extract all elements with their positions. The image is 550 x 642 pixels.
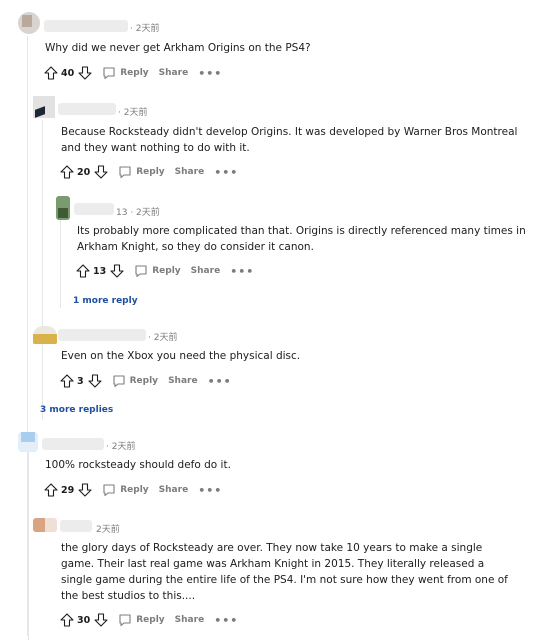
comment-text: 100% rocksteady should defo do it.	[45, 459, 231, 471]
username[interactable]	[58, 329, 146, 341]
share-label: Share	[158, 68, 189, 78]
timestamp: · 2天前	[118, 108, 148, 118]
vote-count: 30	[77, 614, 91, 626]
vote-count: 29	[61, 484, 75, 496]
comment-actions: 40 Reply Share •••	[44, 64, 222, 82]
avatar[interactable]	[33, 96, 55, 118]
timestamp: · 2天前	[130, 24, 160, 34]
upvote-icon[interactable]	[60, 613, 74, 627]
vote-count: 13	[93, 265, 107, 277]
vote-count: 20	[77, 166, 91, 178]
timestamp: · 2天前	[148, 333, 178, 343]
comment-actions: 29 Reply Share •••	[44, 481, 222, 499]
comment-actions: 30 Reply Share •••	[60, 611, 238, 629]
upvote-icon[interactable]	[60, 374, 74, 388]
avatar[interactable]	[18, 432, 38, 452]
share-label: Share	[190, 266, 221, 276]
share-button[interactable]: Share	[175, 167, 205, 177]
reply-button[interactable]: Reply	[118, 165, 165, 179]
comment-text: Why did we never get Arkham Origins on t…	[45, 42, 311, 54]
reply-button[interactable]: Reply	[118, 613, 165, 627]
downvote-icon[interactable]	[110, 264, 124, 278]
comment-icon	[102, 66, 120, 80]
avatar[interactable]	[33, 326, 57, 344]
downvote-icon[interactable]	[94, 613, 108, 627]
timestamp: · 2天前	[106, 442, 136, 452]
thread-line	[60, 218, 61, 308]
share-button[interactable]: Share	[159, 485, 189, 495]
share-label: Share	[168, 376, 198, 386]
reply-label: Reply	[120, 68, 149, 78]
more-options-icon[interactable]: •••	[230, 265, 254, 278]
comment-actions: 20 Reply Share •••	[60, 163, 238, 181]
comment-icon	[134, 264, 152, 278]
more-options-icon[interactable]: •••	[198, 484, 222, 497]
share-label: Share	[174, 167, 205, 177]
share-label: Share	[174, 615, 205, 625]
upvote-icon[interactable]	[60, 165, 74, 179]
thread-line	[28, 440, 29, 640]
reply-button[interactable]: Reply	[134, 264, 181, 278]
reply-label: Reply	[120, 485, 149, 495]
more-replies-link[interactable]: 1 more reply	[73, 296, 138, 306]
reply-button[interactable]: Reply	[102, 483, 149, 497]
share-button[interactable]: Share	[191, 266, 221, 276]
comment-text: Even on the Xbox you need the physical d…	[61, 350, 301, 362]
reply-button[interactable]: Reply	[112, 374, 158, 388]
comment-actions: 3 Reply Share •••	[60, 372, 232, 390]
share-button[interactable]: Share	[175, 615, 205, 625]
downvote-icon[interactable]	[78, 483, 92, 497]
avatar[interactable]	[56, 196, 70, 220]
more-replies-link[interactable]: 3 more replies	[40, 405, 113, 415]
comment-icon	[112, 374, 130, 388]
username[interactable]	[42, 438, 104, 450]
upvote-icon[interactable]	[76, 264, 90, 278]
share-label: Share	[158, 485, 189, 495]
comment-icon	[118, 165, 136, 179]
reply-button[interactable]: Reply	[102, 66, 149, 80]
comment-text: the glory days of Rocksteady are over. T…	[61, 542, 508, 602]
reply-label: Reply	[129, 376, 159, 386]
username[interactable]	[58, 103, 116, 115]
comment-text: Because Rocksteady didn't develop Origin…	[61, 126, 518, 154]
share-button[interactable]: Share	[168, 376, 198, 386]
more-options-icon[interactable]: •••	[214, 166, 238, 179]
reply-label: Reply	[136, 615, 165, 625]
comment-icon	[102, 483, 120, 497]
reply-label: Reply	[136, 167, 165, 177]
upvote-icon[interactable]	[44, 66, 58, 80]
avatar[interactable]	[18, 12, 40, 34]
upvote-icon[interactable]	[44, 483, 58, 497]
reply-label: Reply	[152, 266, 181, 276]
timestamp: 13 · 2天前	[116, 208, 160, 218]
username[interactable]	[44, 20, 128, 32]
downvote-icon[interactable]	[88, 374, 102, 388]
more-options-icon[interactable]: •••	[198, 67, 222, 80]
comment-icon	[118, 613, 136, 627]
timestamp: 2天前	[96, 525, 120, 535]
comment-text: Its probably more complicated than that.…	[77, 225, 526, 253]
avatar[interactable]	[33, 518, 57, 532]
username[interactable]	[60, 520, 92, 532]
comment-actions: 13 Reply Share •••	[76, 262, 254, 280]
thread-line	[42, 120, 43, 420]
more-options-icon[interactable]: •••	[214, 614, 238, 627]
more-options-icon[interactable]: •••	[208, 375, 232, 388]
vote-count: 40	[61, 67, 75, 79]
share-button[interactable]: Share	[159, 68, 189, 78]
downvote-icon[interactable]	[94, 165, 108, 179]
username[interactable]	[74, 203, 114, 215]
vote-count: 3	[77, 375, 84, 387]
downvote-icon[interactable]	[78, 66, 92, 80]
